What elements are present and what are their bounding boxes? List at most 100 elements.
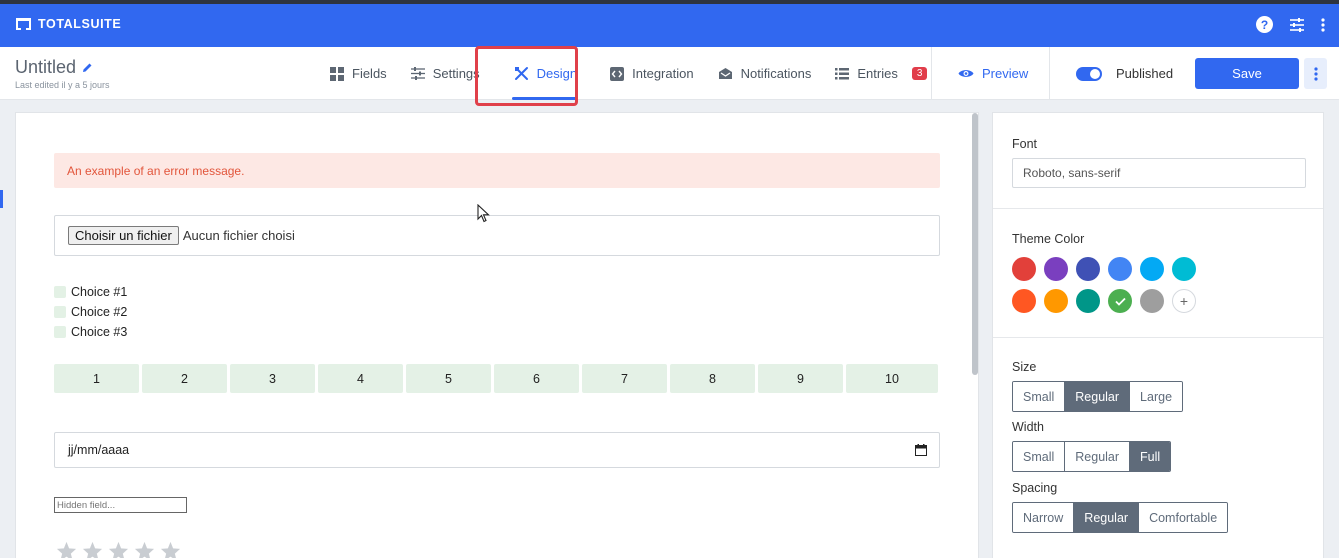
checkbox-group: Choice #1 Choice #2 Choice #3 <box>54 282 127 342</box>
published-toggle[interactable] <box>1076 66 1102 81</box>
document-title[interactable]: Untitled <box>15 57 93 78</box>
star-icon[interactable] <box>160 541 181 558</box>
date-input[interactable]: jj/mm/aaaa <box>54 432 940 468</box>
navbar-divider <box>931 47 932 100</box>
scale-option[interactable]: 7 <box>582 364 667 393</box>
tab-fields[interactable]: Fields <box>318 47 399 100</box>
tab-design[interactable]: Design <box>492 47 598 100</box>
choice-item[interactable]: Choice #1 <box>54 282 127 302</box>
width-option-regular[interactable]: Regular <box>1065 442 1131 471</box>
more-vertical-icon[interactable] <box>1321 17 1325 32</box>
color-swatch[interactable] <box>1172 257 1196 281</box>
top-actions: ? <box>1256 16 1325 33</box>
sliders-icon[interactable] <box>1289 17 1305 32</box>
scale-option[interactable]: 9 <box>758 364 843 393</box>
help-icon[interactable]: ? <box>1256 16 1273 33</box>
color-swatch[interactable] <box>1012 289 1036 313</box>
choice-label: Choice #1 <box>71 285 128 299</box>
star-icon[interactable] <box>134 541 155 558</box>
scale-option[interactable]: 8 <box>670 364 755 393</box>
width-label: Width <box>1012 420 1044 434</box>
tab-notifications[interactable]: Notifications <box>706 47 824 100</box>
more-vertical-icon <box>1313 66 1318 81</box>
color-swatch[interactable] <box>1140 289 1164 313</box>
tab-entries[interactable]: Entries 3 <box>823 47 939 100</box>
size-label: Size <box>1012 360 1037 374</box>
sliders-icon <box>410 67 425 80</box>
color-swatch[interactable] <box>1076 289 1100 313</box>
design-settings-panel: Font Roboto, sans-serif Theme Color + Si… <box>992 112 1324 558</box>
tab-label: Integration <box>632 66 694 81</box>
published-label: Published <box>1116 66 1174 81</box>
grid-icon <box>330 66 344 81</box>
choice-item[interactable]: Choice #3 <box>54 322 127 342</box>
scale-option[interactable]: 10 <box>846 364 938 393</box>
scale-option[interactable]: 2 <box>142 364 227 393</box>
tab-label: Design <box>536 66 578 81</box>
calendar-icon[interactable] <box>915 444 927 456</box>
choice-item[interactable]: Choice #2 <box>54 302 127 322</box>
color-swatches: + <box>1012 257 1212 313</box>
top-bar: TOTALSUITE ? <box>0 4 1339 47</box>
scale-option[interactable]: 5 <box>406 364 491 393</box>
navbar-divider <box>1049 47 1050 100</box>
design-tools-icon <box>514 66 529 81</box>
spacing-option-comfortable[interactable]: Comfortable <box>1139 503 1228 532</box>
save-button[interactable]: Save <box>1195 58 1299 89</box>
scale-option[interactable]: 3 <box>230 364 315 393</box>
color-swatch[interactable] <box>1012 257 1036 281</box>
tab-integration[interactable]: Integration <box>598 47 705 100</box>
size-option-small[interactable]: Small <box>1013 382 1066 411</box>
choose-file-button[interactable]: Choisir un fichier <box>68 226 179 245</box>
color-swatch[interactable] <box>1076 257 1100 281</box>
spacing-option-regular[interactable]: Regular <box>1074 503 1140 532</box>
width-option-full[interactable]: Full <box>1130 442 1171 471</box>
scale-option[interactable]: 6 <box>494 364 579 393</box>
tab-label: Notifications <box>740 66 812 81</box>
file-upload-field: Choisir un fichier Aucun fichier choisi <box>54 215 940 256</box>
size-option-regular[interactable]: Regular <box>1065 382 1131 411</box>
hidden-field-input[interactable] <box>54 497 187 513</box>
editor-tabs: Fields Settings Design Integration Notif… <box>318 47 939 100</box>
layout-section: Size Small Regular Large Width Small Reg… <box>993 338 1323 533</box>
scale-option[interactable]: 4 <box>318 364 403 393</box>
width-option-small[interactable]: Small <box>1013 442 1066 471</box>
code-icon <box>610 66 625 81</box>
theme-color-section: Theme Color + <box>993 209 1323 338</box>
font-input[interactable]: Roboto, sans-serif <box>1012 158 1306 188</box>
more-options-button[interactable] <box>1304 58 1327 89</box>
published-toggle-group: Published <box>1076 47 1173 100</box>
checkbox[interactable] <box>54 326 66 338</box>
star-icon[interactable] <box>108 541 129 558</box>
color-swatch[interactable] <box>1108 257 1132 281</box>
file-status-text: Aucun fichier choisi <box>182 228 295 243</box>
checkbox[interactable] <box>54 306 66 318</box>
color-swatch[interactable] <box>1108 289 1132 313</box>
checkbox[interactable] <box>54 286 66 298</box>
document-title-text: Untitled <box>15 57 77 77</box>
last-edited: Last edited il y a 5 jours <box>15 80 110 90</box>
size-option-large[interactable]: Large <box>1130 382 1183 411</box>
scale-option[interactable]: 1 <box>54 364 139 393</box>
brand-logo-icon <box>16 18 31 30</box>
pencil-icon[interactable] <box>82 62 93 73</box>
color-swatch[interactable] <box>1044 289 1068 313</box>
rating-field <box>56 541 181 558</box>
star-icon[interactable] <box>82 541 103 558</box>
spacing-options: Narrow Regular Comfortable <box>1012 502 1229 533</box>
editor-navbar: Untitled Last edited il y a 5 jours Fiel… <box>0 46 1339 106</box>
form-preview-canvas: An example of an error message. Choisir … <box>15 112 979 558</box>
color-swatch[interactable] <box>1140 257 1164 281</box>
date-placeholder: jj/mm/aaaa <box>68 443 130 457</box>
color-swatch[interactable] <box>1044 257 1068 281</box>
star-icon[interactable] <box>56 541 77 558</box>
preview-button[interactable]: Preview <box>958 47 1028 100</box>
list-icon <box>835 67 850 80</box>
brand[interactable]: TOTALSUITE <box>16 17 121 31</box>
choice-label: Choice #3 <box>71 325 128 339</box>
font-label: Font <box>1012 137 1038 151</box>
canvas-scrollbar[interactable] <box>972 113 978 375</box>
tab-settings[interactable]: Settings <box>399 47 492 100</box>
add-color-icon[interactable]: + <box>1172 289 1196 313</box>
spacing-option-narrow[interactable]: Narrow <box>1013 503 1075 532</box>
